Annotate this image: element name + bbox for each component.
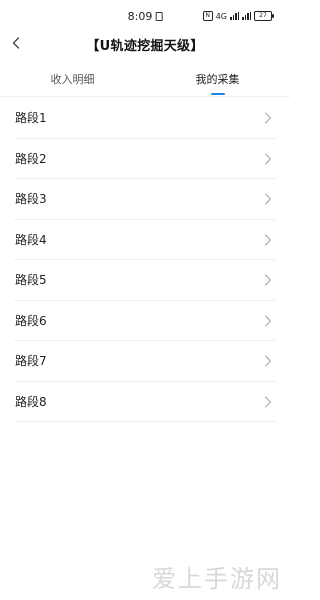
battery-icon: 27: [254, 11, 274, 21]
chevron-right-icon: [264, 355, 272, 367]
list-item-label: 路段2: [15, 151, 47, 166]
list-item[interactable]: 路段8: [14, 382, 276, 422]
nfc-icon: N: [202, 11, 213, 21]
list-item-label: 路段4: [15, 232, 47, 247]
list-item[interactable]: 路段3: [14, 179, 276, 220]
chevron-right-icon: [264, 152, 272, 165]
chevron-right-icon: [264, 274, 272, 286]
list-item-label: 路段3: [15, 192, 47, 207]
tab-label: 我的采集: [195, 73, 240, 86]
list-item[interactable]: 路段6: [14, 301, 276, 341]
status-time: 8:09: [127, 10, 153, 23]
title-bar: 【U轨迹挖掘天级】: [0, 30, 290, 58]
lock-icon: [155, 12, 163, 21]
tab-income-details[interactable]: 收入明细: [0, 62, 145, 96]
status-bar: 8:09 N 4G 27: [0, 0, 290, 30]
chevron-left-icon: [12, 37, 20, 49]
list-item[interactable]: 路段7: [14, 341, 276, 382]
list-item[interactable]: 路段5: [14, 260, 276, 301]
list-item-label: 路段7: [15, 354, 47, 369]
chevron-right-icon: [264, 112, 272, 124]
list-item-label: 路段1: [15, 111, 47, 126]
chevron-right-icon: [264, 233, 272, 246]
signal-icon: [230, 12, 239, 20]
tab-bar: 收入明细 我的采集: [0, 62, 290, 97]
network-label: 4G: [215, 11, 227, 21]
tab-my-collection[interactable]: 我的采集: [145, 62, 290, 96]
list-item-label: 路段8: [15, 394, 47, 409]
list-item-label: 路段5: [15, 273, 47, 288]
tab-label: 收入明细: [50, 73, 95, 86]
tab-indicator: [210, 93, 225, 95]
watermark: 爱上手游网: [152, 565, 282, 593]
chevron-right-icon: [264, 395, 272, 408]
list-item[interactable]: 路段1: [14, 98, 276, 139]
list-item[interactable]: 路段4: [14, 220, 276, 260]
chevron-right-icon: [264, 193, 272, 205]
wifi-signal-icon: [242, 12, 251, 20]
list-item[interactable]: 路段2: [14, 139, 276, 179]
segment-list: 路段1 路段2 路段3 路段4 路段5 路段6 路段7 路段8: [0, 98, 290, 422]
back-button[interactable]: [10, 37, 22, 49]
list-item-label: 路段6: [15, 313, 47, 328]
page-title: 【U轨迹挖掘天级】: [86, 38, 204, 54]
chevron-right-icon: [264, 314, 272, 327]
